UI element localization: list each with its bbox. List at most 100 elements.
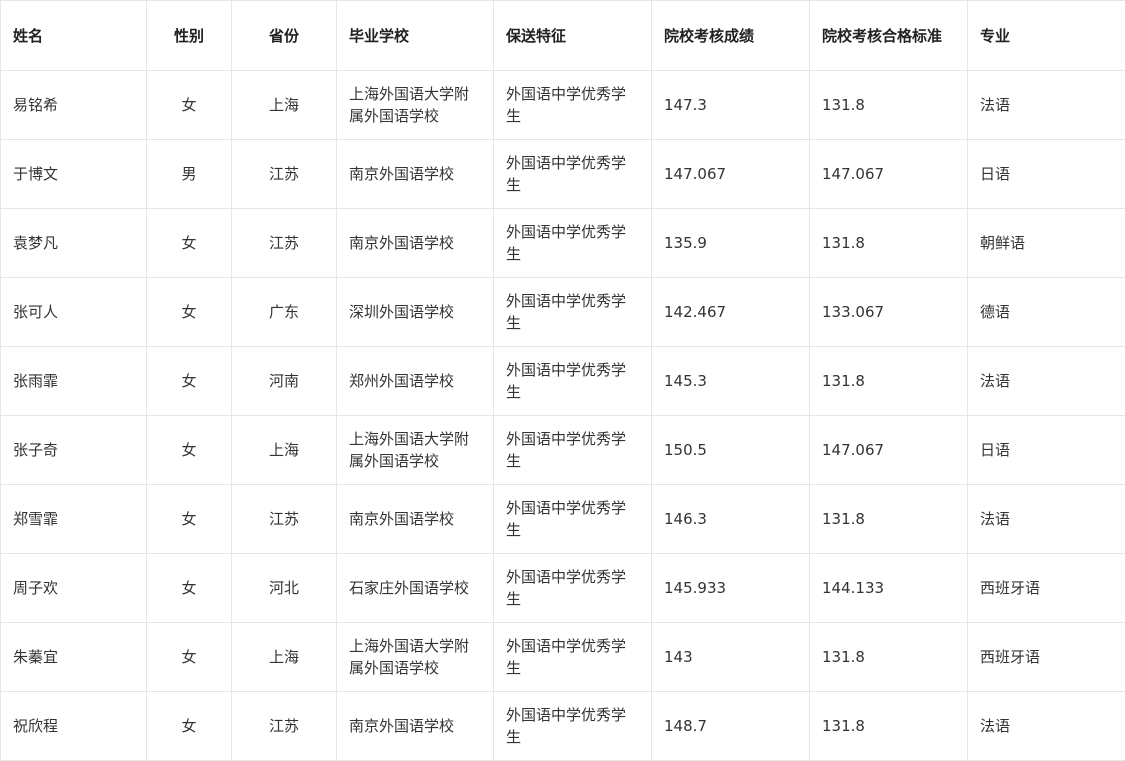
cell-province: 上海 bbox=[232, 623, 337, 692]
cell-school: 石家庄外国语学校 bbox=[337, 554, 494, 623]
table-header: 姓名性别省份毕业学校保送特征院校考核成绩院校考核合格标准专业 bbox=[1, 1, 1125, 71]
column-header-standard: 院校考核合格标准 bbox=[810, 1, 968, 71]
cell-score: 147.067 bbox=[652, 140, 810, 209]
cell-major: 朝鲜语 bbox=[968, 209, 1125, 278]
cell-name: 袁梦凡 bbox=[1, 209, 147, 278]
cell-name: 祝欣程 bbox=[1, 692, 147, 761]
cell-feature: 外国语中学优秀学生 bbox=[494, 485, 652, 554]
cell-feature: 外国语中学优秀学生 bbox=[494, 554, 652, 623]
cell-school: 南京外国语学校 bbox=[337, 692, 494, 761]
column-header-gender: 性别 bbox=[147, 1, 232, 71]
cell-standard: 147.067 bbox=[810, 416, 968, 485]
admission-table: 姓名性别省份毕业学校保送特征院校考核成绩院校考核合格标准专业 易铭希女上海上海外… bbox=[0, 0, 1125, 761]
cell-name: 周子欢 bbox=[1, 554, 147, 623]
table-row: 朱蓁宜女上海上海外国语大学附属外国语学校外国语中学优秀学生143131.8西班牙… bbox=[1, 623, 1125, 692]
cell-province: 江苏 bbox=[232, 209, 337, 278]
table-row: 袁梦凡女江苏南京外国语学校外国语中学优秀学生135.9131.8朝鲜语 bbox=[1, 209, 1125, 278]
cell-gender: 女 bbox=[147, 692, 232, 761]
cell-province: 广东 bbox=[232, 278, 337, 347]
cell-province: 河北 bbox=[232, 554, 337, 623]
cell-major: 日语 bbox=[968, 140, 1125, 209]
cell-name: 张子奇 bbox=[1, 416, 147, 485]
cell-school: 深圳外国语学校 bbox=[337, 278, 494, 347]
cell-major: 法语 bbox=[968, 692, 1125, 761]
cell-major: 法语 bbox=[968, 485, 1125, 554]
cell-feature: 外国语中学优秀学生 bbox=[494, 347, 652, 416]
cell-major: 法语 bbox=[968, 71, 1125, 140]
cell-major: 西班牙语 bbox=[968, 623, 1125, 692]
cell-school: 上海外国语大学附属外国语学校 bbox=[337, 416, 494, 485]
cell-name: 张雨霏 bbox=[1, 347, 147, 416]
table-row: 于博文男江苏南京外国语学校外国语中学优秀学生147.067147.067日语 bbox=[1, 140, 1125, 209]
cell-province: 江苏 bbox=[232, 485, 337, 554]
cell-standard: 147.067 bbox=[810, 140, 968, 209]
column-header-school: 毕业学校 bbox=[337, 1, 494, 71]
column-header-province: 省份 bbox=[232, 1, 337, 71]
table-row: 张可人女广东深圳外国语学校外国语中学优秀学生142.467133.067德语 bbox=[1, 278, 1125, 347]
cell-score: 146.3 bbox=[652, 485, 810, 554]
cell-standard: 131.8 bbox=[810, 623, 968, 692]
cell-score: 142.467 bbox=[652, 278, 810, 347]
cell-feature: 外国语中学优秀学生 bbox=[494, 209, 652, 278]
cell-gender: 女 bbox=[147, 485, 232, 554]
cell-score: 147.3 bbox=[652, 71, 810, 140]
table-row: 易铭希女上海上海外国语大学附属外国语学校外国语中学优秀学生147.3131.8法… bbox=[1, 71, 1125, 140]
cell-school: 上海外国语大学附属外国语学校 bbox=[337, 71, 494, 140]
cell-major: 法语 bbox=[968, 347, 1125, 416]
cell-score: 148.7 bbox=[652, 692, 810, 761]
cell-feature: 外国语中学优秀学生 bbox=[494, 140, 652, 209]
cell-standard: 144.133 bbox=[810, 554, 968, 623]
cell-major: 西班牙语 bbox=[968, 554, 1125, 623]
cell-gender: 女 bbox=[147, 554, 232, 623]
cell-standard: 131.8 bbox=[810, 209, 968, 278]
cell-gender: 女 bbox=[147, 71, 232, 140]
cell-school: 南京外国语学校 bbox=[337, 209, 494, 278]
cell-province: 上海 bbox=[232, 416, 337, 485]
cell-gender: 女 bbox=[147, 416, 232, 485]
cell-feature: 外国语中学优秀学生 bbox=[494, 416, 652, 485]
cell-gender: 男 bbox=[147, 140, 232, 209]
cell-feature: 外国语中学优秀学生 bbox=[494, 71, 652, 140]
cell-school: 上海外国语大学附属外国语学校 bbox=[337, 623, 494, 692]
cell-name: 易铭希 bbox=[1, 71, 147, 140]
cell-score: 150.5 bbox=[652, 416, 810, 485]
cell-standard: 131.8 bbox=[810, 347, 968, 416]
cell-school: 南京外国语学校 bbox=[337, 140, 494, 209]
cell-score: 135.9 bbox=[652, 209, 810, 278]
cell-score: 145.3 bbox=[652, 347, 810, 416]
cell-feature: 外国语中学优秀学生 bbox=[494, 623, 652, 692]
table-row: 周子欢女河北石家庄外国语学校外国语中学优秀学生145.933144.133西班牙… bbox=[1, 554, 1125, 623]
cell-gender: 女 bbox=[147, 278, 232, 347]
table-row: 祝欣程女江苏南京外国语学校外国语中学优秀学生148.7131.8法语 bbox=[1, 692, 1125, 761]
cell-gender: 女 bbox=[147, 347, 232, 416]
table-body: 易铭希女上海上海外国语大学附属外国语学校外国语中学优秀学生147.3131.8法… bbox=[1, 71, 1125, 761]
table-row: 张子奇女上海上海外国语大学附属外国语学校外国语中学优秀学生150.5147.06… bbox=[1, 416, 1125, 485]
cell-feature: 外国语中学优秀学生 bbox=[494, 692, 652, 761]
cell-standard: 131.8 bbox=[810, 485, 968, 554]
cell-major: 德语 bbox=[968, 278, 1125, 347]
column-header-major: 专业 bbox=[968, 1, 1125, 71]
cell-province: 上海 bbox=[232, 71, 337, 140]
cell-name: 张可人 bbox=[1, 278, 147, 347]
cell-score: 143 bbox=[652, 623, 810, 692]
cell-school: 郑州外国语学校 bbox=[337, 347, 494, 416]
cell-province: 江苏 bbox=[232, 692, 337, 761]
cell-feature: 外国语中学优秀学生 bbox=[494, 278, 652, 347]
cell-name: 朱蓁宜 bbox=[1, 623, 147, 692]
column-header-feature: 保送特征 bbox=[494, 1, 652, 71]
table-row: 张雨霏女河南郑州外国语学校外国语中学优秀学生145.3131.8法语 bbox=[1, 347, 1125, 416]
cell-score: 145.933 bbox=[652, 554, 810, 623]
cell-standard: 131.8 bbox=[810, 71, 968, 140]
cell-name: 于博文 bbox=[1, 140, 147, 209]
cell-province: 河南 bbox=[232, 347, 337, 416]
column-header-name: 姓名 bbox=[1, 1, 147, 71]
cell-major: 日语 bbox=[968, 416, 1125, 485]
cell-standard: 133.067 bbox=[810, 278, 968, 347]
cell-school: 南京外国语学校 bbox=[337, 485, 494, 554]
header-row: 姓名性别省份毕业学校保送特征院校考核成绩院校考核合格标准专业 bbox=[1, 1, 1125, 71]
cell-province: 江苏 bbox=[232, 140, 337, 209]
cell-name: 郑雪霏 bbox=[1, 485, 147, 554]
cell-gender: 女 bbox=[147, 623, 232, 692]
table-row: 郑雪霏女江苏南京外国语学校外国语中学优秀学生146.3131.8法语 bbox=[1, 485, 1125, 554]
column-header-score: 院校考核成绩 bbox=[652, 1, 810, 71]
